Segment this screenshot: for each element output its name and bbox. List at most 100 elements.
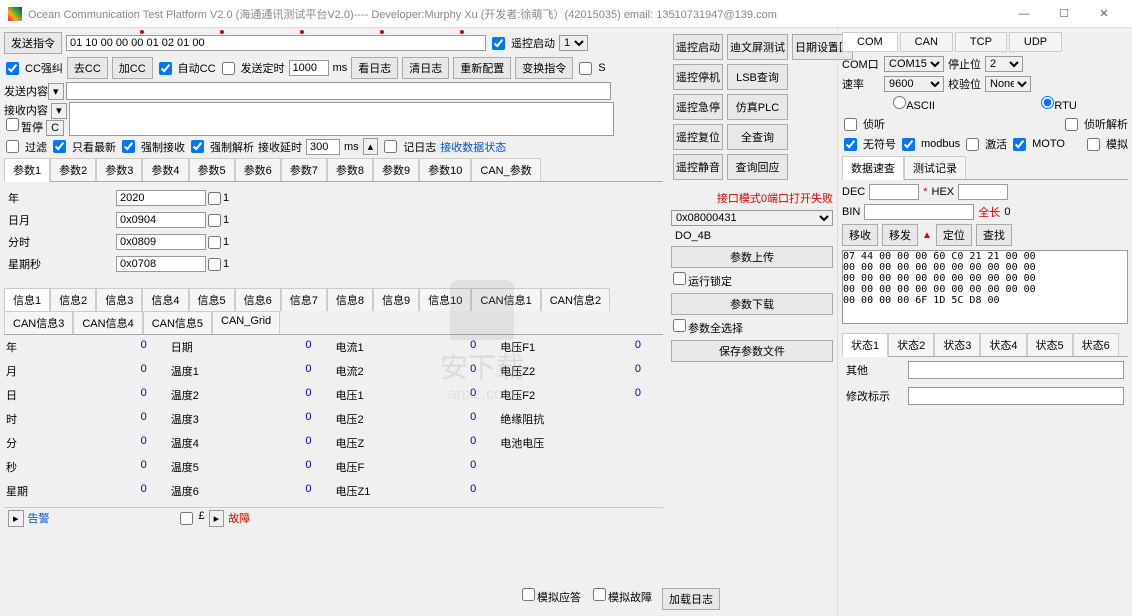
com-port-select[interactable]: COM15 bbox=[884, 56, 944, 72]
param-tab[interactable]: 参数6 bbox=[235, 158, 281, 181]
baud-select[interactable]: 9600 bbox=[884, 76, 944, 92]
locate-button[interactable]: 定位 bbox=[936, 224, 972, 246]
info-tab[interactable]: 信息4 bbox=[142, 288, 188, 311]
moto-check[interactable] bbox=[1013, 138, 1026, 151]
param-check[interactable] bbox=[208, 258, 221, 271]
move-send-button[interactable]: 移发 bbox=[882, 224, 918, 246]
addr-select[interactable]: 0x08000431 bbox=[671, 210, 833, 226]
full-query-button[interactable]: 全查询 bbox=[727, 124, 788, 150]
send-dropdown-icon[interactable]: ▾ bbox=[48, 83, 64, 100]
modbus-check[interactable] bbox=[902, 138, 915, 151]
remote-stop-button[interactable]: 遥控停机 bbox=[673, 64, 723, 90]
query-resp-button[interactable]: 查询回应 bbox=[727, 154, 788, 180]
param-download-button[interactable]: 参数下载 bbox=[671, 293, 833, 315]
info-tab[interactable]: CAN信息5 bbox=[143, 311, 212, 334]
param-tab[interactable]: 参数10 bbox=[419, 158, 471, 181]
status-tab[interactable]: 状态2 bbox=[888, 333, 934, 356]
load-log-button[interactable]: 加载日志 bbox=[662, 588, 720, 610]
param-tab[interactable]: 参数3 bbox=[96, 158, 142, 181]
param-check[interactable] bbox=[208, 192, 221, 205]
param-input[interactable] bbox=[116, 190, 206, 206]
stop-bit-select[interactable]: 2 bbox=[985, 56, 1023, 72]
quick-tab[interactable]: 测试记录 bbox=[904, 156, 966, 179]
recv-dropdown-icon[interactable]: ▾ bbox=[51, 103, 67, 119]
param-check[interactable] bbox=[208, 214, 221, 227]
remote-reset-button[interactable]: 遥控复位 bbox=[673, 124, 723, 150]
run-lock-check[interactable] bbox=[673, 272, 686, 285]
force-recv-check[interactable] bbox=[122, 140, 135, 153]
remote-start-check[interactable] bbox=[492, 37, 505, 50]
auto-cc-check[interactable] bbox=[159, 62, 172, 75]
fault-link[interactable]: 故障 bbox=[228, 510, 250, 527]
save-param-button[interactable]: 保存参数文件 bbox=[671, 340, 833, 362]
minimize-button[interactable]: — bbox=[1004, 2, 1044, 26]
info-tab[interactable]: 信息9 bbox=[373, 288, 419, 311]
info-tab[interactable]: 信息6 bbox=[235, 288, 281, 311]
remote-mute-button[interactable]: 遥控静音 bbox=[673, 154, 723, 180]
swap-cmd-button[interactable]: 变换指令 bbox=[515, 57, 573, 79]
info-tab[interactable]: 信息1 bbox=[4, 288, 50, 312]
dec-input[interactable] bbox=[869, 184, 919, 200]
info-tab[interactable]: CAN信息2 bbox=[541, 288, 610, 311]
param-input[interactable] bbox=[116, 212, 206, 228]
view-log-button[interactable]: 看日志 bbox=[351, 57, 398, 79]
param-tab[interactable]: CAN_参数 bbox=[471, 158, 540, 181]
ascii-radio[interactable] bbox=[893, 96, 906, 109]
comm-tab[interactable]: UDP bbox=[1009, 32, 1062, 52]
alarm-link[interactable]: 告警 bbox=[28, 510, 50, 527]
simulate-check[interactable] bbox=[1087, 138, 1100, 151]
log-check[interactable] bbox=[384, 140, 397, 153]
bin-input[interactable] bbox=[864, 204, 974, 220]
info-tab[interactable]: 信息10 bbox=[419, 288, 471, 311]
activate-check[interactable] bbox=[966, 138, 979, 151]
maximize-button[interactable]: ☐ bbox=[1044, 2, 1084, 26]
info-tab[interactable]: 信息7 bbox=[281, 288, 327, 311]
hex-view-area[interactable]: 07 44 00 00 00 60 C0 21 21 00 00 00 00 0… bbox=[842, 250, 1128, 324]
info-tab[interactable]: 信息5 bbox=[189, 288, 235, 311]
param-tab[interactable]: 参数8 bbox=[327, 158, 373, 181]
close-button[interactable]: ✕ bbox=[1084, 2, 1124, 26]
hex-input[interactable] bbox=[66, 35, 486, 51]
unsigned-check[interactable] bbox=[844, 138, 857, 151]
remote-start-button[interactable]: 遥控启动 bbox=[673, 34, 723, 60]
info-tab[interactable]: CAN信息3 bbox=[4, 311, 73, 334]
comm-tab[interactable]: COM bbox=[842, 32, 898, 52]
remote-start-select[interactable]: 1 bbox=[559, 35, 588, 51]
status-tab[interactable]: 状态1 bbox=[842, 333, 888, 357]
info-tab[interactable]: CAN信息1 bbox=[471, 288, 540, 311]
pause-check[interactable] bbox=[6, 118, 19, 131]
s-check[interactable] bbox=[579, 62, 592, 75]
param-tab[interactable]: 参数1 bbox=[4, 158, 50, 182]
lsb-query-button[interactable]: LSB查询 bbox=[727, 64, 788, 90]
param-input[interactable] bbox=[116, 234, 206, 250]
sim-plc-button[interactable]: 仿真PLC bbox=[727, 94, 788, 120]
status-tab[interactable]: 状态3 bbox=[934, 333, 980, 356]
remove-cc-button[interactable]: 去CC bbox=[67, 57, 108, 79]
info-tab[interactable]: 信息3 bbox=[96, 288, 142, 311]
comm-tab[interactable]: TCP bbox=[955, 32, 1007, 52]
info-tab[interactable]: CAN_Grid bbox=[212, 311, 280, 334]
diwen-test-button[interactable]: 迪文屏测试 bbox=[727, 34, 788, 60]
param-upload-button[interactable]: 参数上传 bbox=[671, 246, 833, 268]
param-tab[interactable]: 参数2 bbox=[50, 158, 96, 181]
param-tab[interactable]: 参数5 bbox=[189, 158, 235, 181]
c-button[interactable]: C bbox=[46, 120, 64, 136]
param-input[interactable] bbox=[116, 256, 206, 272]
info-tab[interactable]: 信息2 bbox=[50, 288, 96, 311]
sim-fault-check[interactable] bbox=[593, 588, 606, 601]
fault-expand-icon[interactable]: ▸ bbox=[209, 510, 225, 527]
quick-tab[interactable]: 数据速查 bbox=[842, 156, 904, 180]
comm-tab[interactable]: CAN bbox=[900, 32, 953, 52]
param-check[interactable] bbox=[208, 236, 221, 249]
hex-input-right[interactable] bbox=[958, 184, 1008, 200]
add-cc-button[interactable]: 加CC bbox=[112, 57, 153, 79]
send-content-area[interactable] bbox=[66, 82, 611, 100]
param-tab[interactable]: 参数7 bbox=[281, 158, 327, 181]
param-tab[interactable]: 参数4 bbox=[142, 158, 188, 181]
clear-log-button[interactable]: 清日志 bbox=[402, 57, 449, 79]
info-tab[interactable]: CAN信息4 bbox=[73, 311, 142, 334]
alarm-expand-icon[interactable]: ▸ bbox=[8, 510, 24, 527]
status-tab[interactable]: 状态6 bbox=[1073, 333, 1119, 356]
timer-input[interactable] bbox=[289, 60, 329, 76]
listen-parse-check[interactable] bbox=[1065, 118, 1078, 131]
